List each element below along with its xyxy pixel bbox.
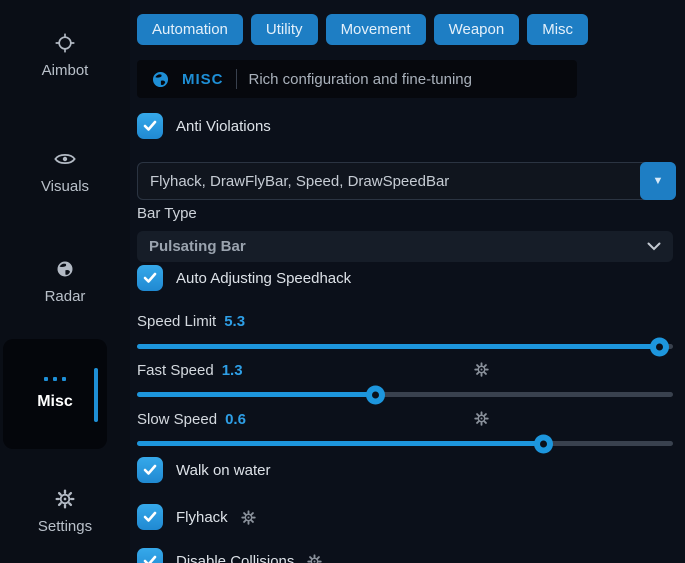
slider-label-slow-speed: Slow Speed 0.6: [137, 411, 673, 428]
slider-label-fast-speed: Fast Speed 1.3: [137, 362, 673, 379]
slider-value: 0.6: [225, 411, 246, 428]
sidebar-item-label: Misc: [37, 393, 73, 411]
chevron-down-icon: [647, 242, 661, 251]
checkbox-label: Auto Adjusting Speedhack: [176, 270, 351, 287]
sidebar-item-label: Visuals: [41, 178, 89, 195]
disable-collisions-gear-icon[interactable]: [307, 554, 322, 563]
walk-on-water-checkbox[interactable]: [137, 457, 163, 483]
sidebar-item-visuals[interactable]: Visuals: [0, 148, 130, 195]
slider-thumb[interactable]: [366, 385, 385, 404]
disable-collisions-checkbox[interactable]: [137, 548, 163, 563]
check-icon: [143, 464, 157, 476]
multiselect-dropdown-button[interactable]: ▼: [640, 162, 676, 200]
slider-name: Slow Speed: [137, 411, 217, 428]
tab-utility[interactable]: Utility: [251, 14, 318, 45]
checkbox-row-flyhack: Flyhack: [137, 504, 256, 530]
sidebar-item-settings[interactable]: Settings: [0, 488, 130, 535]
flags-multiselect[interactable]: Flyhack, DrawFlyBar, Speed, DrawSpeedBar…: [137, 162, 676, 200]
anti-violations-checkbox[interactable]: [137, 113, 163, 139]
eye-icon: [54, 148, 76, 170]
check-icon: [143, 272, 157, 284]
checkbox-label: Anti Violations: [176, 118, 271, 135]
slow-speed-slider[interactable]: [137, 441, 673, 446]
slider-thumb[interactable]: [534, 434, 553, 453]
gear-icon: [55, 488, 75, 510]
fast-speed-slider[interactable]: [137, 392, 673, 397]
sidebar-item-aimbot[interactable]: Aimbot: [0, 32, 130, 79]
slider-fill: [137, 441, 544, 446]
tab-weapon[interactable]: Weapon: [434, 14, 520, 45]
active-accent-bar: [94, 368, 98, 422]
auto-adjusting-checkbox[interactable]: [137, 265, 163, 291]
checkbox-row-disable-collisions: Disable Collisions: [137, 548, 322, 563]
checkbox-label: Disable Collisions: [176, 553, 294, 563]
sidebar-item-misc-active[interactable]: Misc: [3, 339, 107, 449]
checkbox-row-walk-on-water: Walk on water: [137, 457, 270, 483]
ellipsis-icon: [44, 377, 66, 381]
sidebar-item-radar[interactable]: Radar: [0, 258, 130, 305]
slider-fill: [137, 344, 660, 349]
flyhack-checkbox[interactable]: [137, 504, 163, 530]
checkbox-row-auto-adjusting: Auto Adjusting Speedhack: [137, 265, 351, 291]
tab-automation[interactable]: Automation: [137, 14, 243, 45]
check-icon: [143, 511, 157, 523]
slider-fill: [137, 392, 376, 397]
section-title: MISC: [182, 71, 224, 88]
globe-icon: [55, 258, 75, 280]
category-tabs: Automation Utility Movement Weapon Misc: [137, 14, 588, 45]
bar-type-label: Bar Type: [137, 205, 197, 222]
select-value: Pulsating Bar: [149, 238, 246, 255]
sidebar-item-label: Settings: [38, 518, 92, 535]
checkbox-row-anti-violations: Anti Violations: [137, 113, 271, 139]
sidebar: Aimbot Visuals Radar: [0, 0, 130, 563]
crosshair-icon: [55, 32, 75, 54]
slider-thumb[interactable]: [650, 337, 669, 356]
globe-icon: [151, 70, 170, 89]
check-icon: [143, 555, 157, 563]
section-header: MISC Rich configuration and fine-tuning: [137, 60, 577, 98]
flyhack-gear-icon[interactable]: [241, 510, 256, 525]
sidebar-item-label: Radar: [45, 288, 86, 305]
fast-speed-gear-icon[interactable]: [474, 362, 489, 381]
speed-limit-slider[interactable]: [137, 344, 673, 349]
slider-value: 5.3: [224, 313, 245, 330]
check-icon: [143, 120, 157, 132]
slider-value: 1.3: [222, 362, 243, 379]
app-window: Aimbot Visuals Radar: [0, 0, 685, 563]
bar-type-select[interactable]: Pulsating Bar: [137, 231, 673, 262]
section-subtitle: Rich configuration and fine-tuning: [249, 71, 472, 88]
tab-misc[interactable]: Misc: [527, 14, 588, 45]
divider: [236, 69, 237, 89]
slider-name: Speed Limit: [137, 313, 216, 330]
slow-speed-gear-icon[interactable]: [474, 411, 489, 430]
slider-label-speed-limit: Speed Limit 5.3: [137, 313, 673, 330]
sidebar-item-label: Aimbot: [42, 62, 89, 79]
tab-movement[interactable]: Movement: [326, 14, 426, 45]
caret-down-icon: ▼: [653, 175, 664, 187]
main-panel: Automation Utility Movement Weapon Misc …: [137, 0, 685, 563]
slider-name: Fast Speed: [137, 362, 214, 379]
checkbox-label: Flyhack: [176, 509, 228, 526]
checkbox-label: Walk on water: [176, 462, 270, 479]
multiselect-value: Flyhack, DrawFlyBar, Speed, DrawSpeedBar: [138, 173, 640, 190]
